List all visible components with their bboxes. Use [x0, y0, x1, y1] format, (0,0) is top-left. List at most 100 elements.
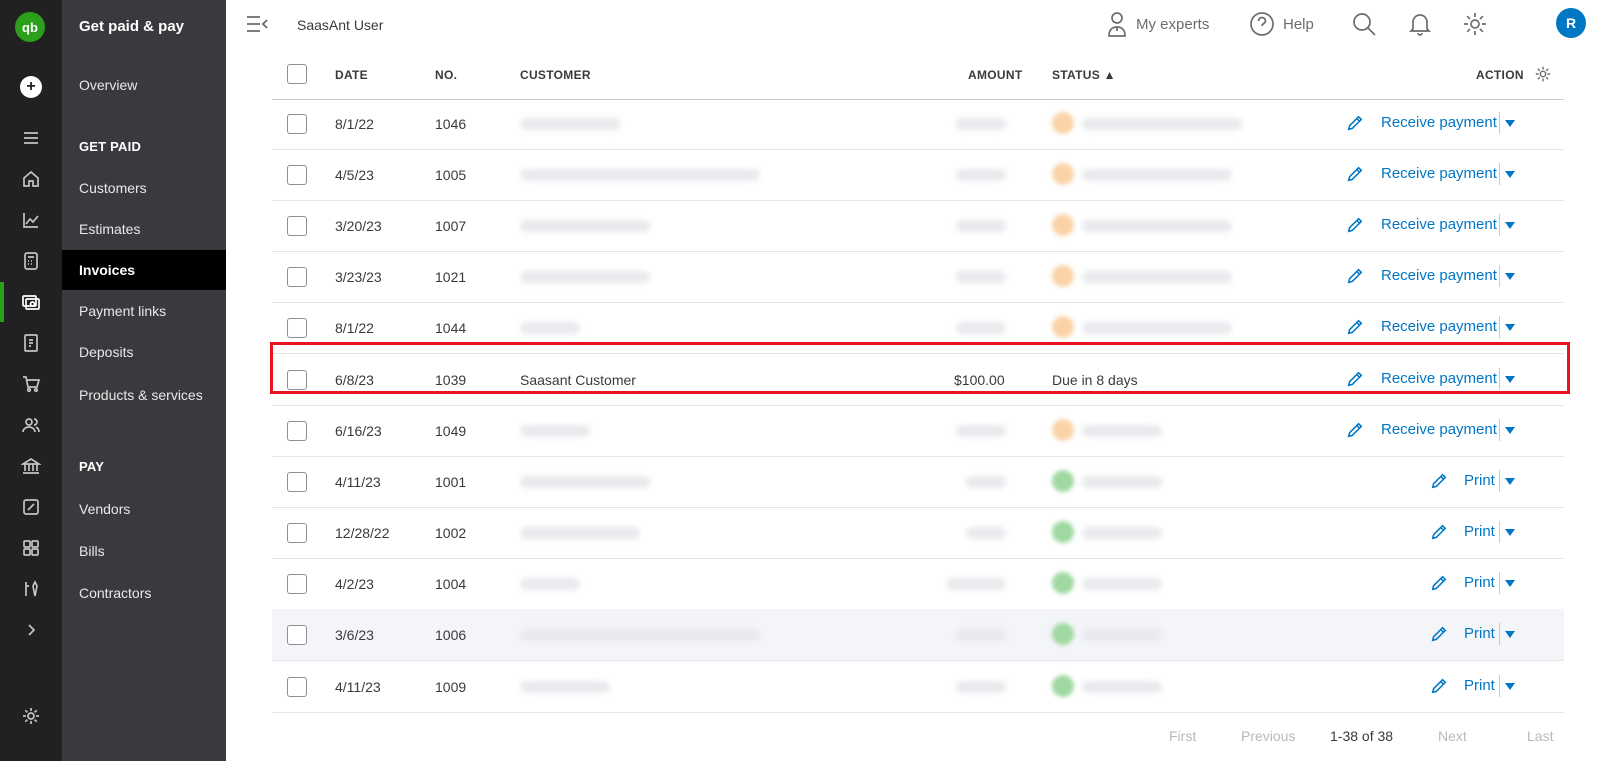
row-checkbox[interactable]: [287, 165, 307, 185]
edit-icon[interactable]: [1430, 677, 1448, 695]
print-link[interactable]: Print: [1464, 677, 1495, 694]
nav-item-payment-links[interactable]: Payment links: [62, 291, 226, 331]
receive-payment-link[interactable]: Receive payment: [1381, 370, 1497, 387]
table-row[interactable]: 4/2/23 1004 Print: [272, 558, 1564, 610]
reports-rail-item[interactable]: [0, 200, 62, 240]
receive-payment-link[interactable]: Receive payment: [1381, 165, 1497, 182]
edit-icon[interactable]: [1430, 523, 1448, 541]
row-checkbox[interactable]: [287, 114, 307, 134]
help-button[interactable]: Help: [1249, 10, 1314, 38]
edit-icon[interactable]: [1346, 267, 1364, 285]
edit-icon[interactable]: [1430, 625, 1448, 643]
nav-item-customers[interactable]: Customers: [62, 168, 226, 208]
bank-rail-item[interactable]: [0, 446, 62, 486]
expand-rail-item[interactable]: [0, 610, 62, 650]
edit-icon[interactable]: [1346, 114, 1364, 132]
header-amount[interactable]: AMOUNT: [968, 68, 1022, 82]
row-checkbox[interactable]: [287, 370, 307, 390]
menu-rail-item[interactable]: [0, 118, 62, 158]
new-button[interactable]: +: [20, 76, 42, 98]
row-checkbox[interactable]: [287, 421, 307, 441]
apps-rail-item[interactable]: [0, 528, 62, 568]
chevron-down-icon[interactable]: [1505, 478, 1515, 485]
pager-next[interactable]: Next: [1438, 728, 1467, 744]
chevron-down-icon[interactable]: [1505, 273, 1515, 280]
row-checkbox[interactable]: [287, 574, 307, 594]
header-no[interactable]: NO.: [435, 68, 457, 82]
edit-icon[interactable]: [1346, 370, 1364, 388]
table-row[interactable]: 6/8/23 1039 Saasant Customer $100.00 Due in …: [272, 354, 1564, 406]
row-checkbox[interactable]: [287, 318, 307, 338]
column-settings-icon[interactable]: [1534, 65, 1552, 83]
table-row[interactable]: 4/11/23 1009 Print: [272, 661, 1564, 713]
receive-payment-link[interactable]: Receive payment: [1381, 421, 1497, 438]
chevron-down-icon[interactable]: [1505, 376, 1515, 383]
table-row[interactable]: 8/1/22 1046 Receive payment: [272, 98, 1564, 150]
chevron-down-icon[interactable]: [1505, 120, 1515, 127]
edit-icon[interactable]: [1346, 165, 1364, 183]
print-link[interactable]: Print: [1464, 574, 1495, 591]
table-row[interactable]: 4/5/23 1005 Receive payment: [272, 149, 1564, 201]
nav-item-bills[interactable]: Bills: [62, 531, 226, 571]
row-checkbox[interactable]: [287, 267, 307, 287]
header-date[interactable]: DATE: [335, 68, 368, 82]
ledger-rail-item[interactable]: [0, 323, 62, 363]
quickbooks-logo[interactable]: qb: [15, 12, 45, 42]
chevron-down-icon[interactable]: [1505, 580, 1515, 587]
cell-customer[interactable]: Saasant Customer: [520, 372, 636, 388]
nav-item-invoices[interactable]: Invoices: [62, 250, 226, 290]
chevron-down-icon[interactable]: [1505, 324, 1515, 331]
edit-icon[interactable]: [1346, 421, 1364, 439]
chevron-down-icon[interactable]: [1505, 631, 1515, 638]
nav-item-estimates[interactable]: Estimates: [62, 209, 226, 249]
select-all-checkbox[interactable]: [287, 64, 307, 84]
print-link[interactable]: Print: [1464, 625, 1495, 642]
edit-icon[interactable]: [1430, 574, 1448, 592]
nav-item-products-services[interactable]: Products & services: [62, 375, 226, 415]
table-row[interactable]: 3/23/23 1021 Receive payment: [272, 251, 1564, 303]
cart-rail-item[interactable]: [0, 364, 62, 404]
tools-rail-item[interactable]: [0, 569, 62, 609]
nav-item-vendors[interactable]: Vendors: [62, 489, 226, 529]
table-row[interactable]: 8/1/22 1044 Receive payment: [272, 302, 1564, 354]
receive-payment-link[interactable]: Receive payment: [1381, 267, 1497, 284]
search-button[interactable]: [1351, 10, 1377, 38]
people-rail-item[interactable]: [0, 405, 62, 445]
user-avatar[interactable]: R: [1556, 8, 1586, 38]
tax-rail-item[interactable]: [0, 487, 62, 527]
receive-payment-link[interactable]: Receive payment: [1381, 318, 1497, 335]
settings-button[interactable]: [1462, 10, 1488, 38]
nav-item-contractors[interactable]: Contractors: [62, 573, 226, 613]
accounting-rail-item[interactable]: [0, 241, 62, 281]
print-link[interactable]: Print: [1464, 472, 1495, 489]
table-row[interactable]: 3/6/23 1006 Print: [272, 609, 1564, 661]
edit-icon[interactable]: [1430, 472, 1448, 490]
table-row[interactable]: 6/16/23 1049 Receive payment: [272, 405, 1564, 457]
table-row[interactable]: 4/11/23 1001 Print: [272, 456, 1564, 508]
pager-previous[interactable]: Previous: [1241, 728, 1295, 744]
chevron-down-icon[interactable]: [1505, 683, 1515, 690]
chevron-down-icon[interactable]: [1505, 427, 1515, 434]
collapse-menu-button[interactable]: [246, 14, 268, 34]
notifications-button[interactable]: [1408, 10, 1432, 38]
edit-icon[interactable]: [1346, 216, 1364, 234]
receive-payment-link[interactable]: Receive payment: [1381, 216, 1497, 233]
home-rail-item[interactable]: [0, 159, 62, 199]
pager-first[interactable]: First: [1169, 728, 1196, 744]
row-checkbox[interactable]: [287, 625, 307, 645]
chevron-down-icon[interactable]: [1505, 171, 1515, 178]
receive-payment-link[interactable]: Receive payment: [1381, 114, 1497, 131]
nav-item-overview[interactable]: Overview: [62, 65, 226, 105]
edit-icon[interactable]: [1346, 318, 1364, 336]
header-customer[interactable]: CUSTOMER: [520, 68, 591, 82]
row-checkbox[interactable]: [287, 523, 307, 543]
pager-last[interactable]: Last: [1527, 728, 1553, 744]
print-link[interactable]: Print: [1464, 523, 1495, 540]
table-row[interactable]: 3/20/23 1007 Receive payment: [272, 200, 1564, 252]
chevron-down-icon[interactable]: [1505, 529, 1515, 536]
row-checkbox[interactable]: [287, 472, 307, 492]
get-paid-rail-item[interactable]: [0, 282, 62, 322]
settings-rail-item[interactable]: [0, 696, 62, 736]
header-status[interactable]: STATUS ▲: [1052, 68, 1116, 82]
my-experts-button[interactable]: My experts: [1106, 10, 1209, 38]
